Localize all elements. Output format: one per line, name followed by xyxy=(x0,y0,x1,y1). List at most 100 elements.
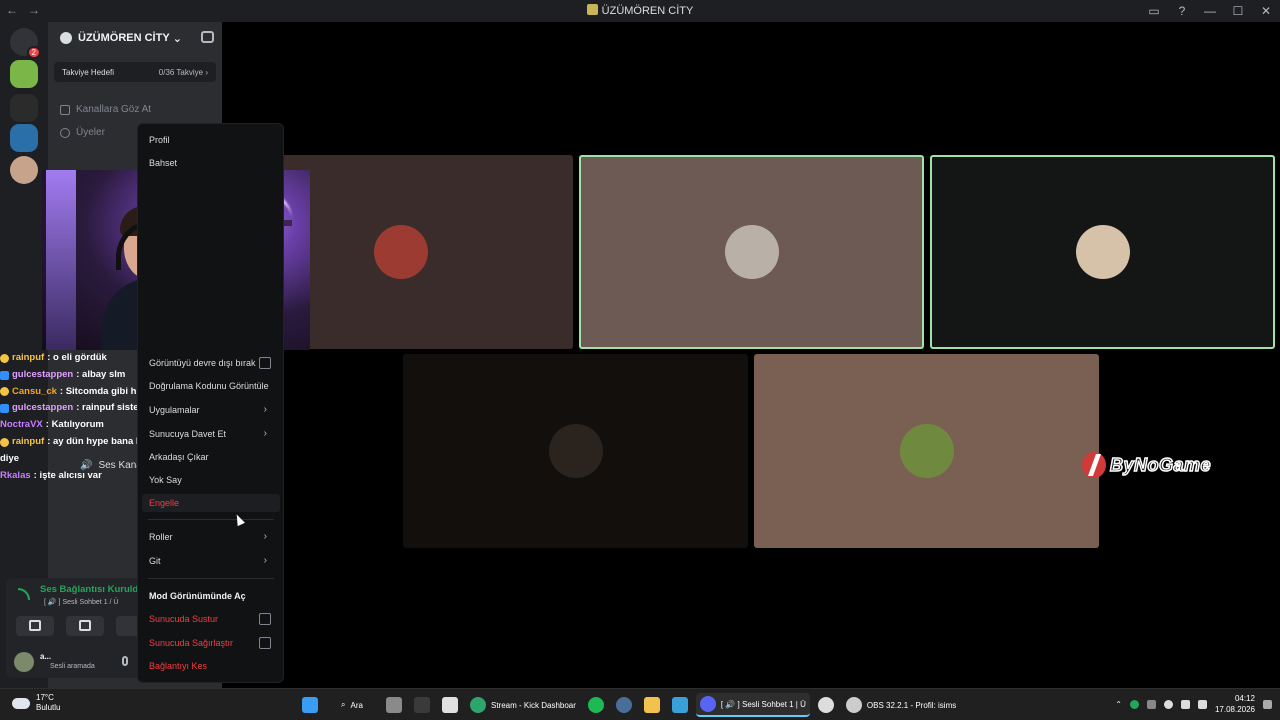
window-controls: ▭ ? — ☐ ✕ xyxy=(1140,0,1280,22)
voice-status[interactable]: Ses Bağlantısı Kuruld xyxy=(40,584,138,595)
menu-item-remove-friend[interactable]: Arkadaşı Çıkar xyxy=(149,452,209,462)
screen-share-icon xyxy=(79,620,91,631)
server-avatar-icon[interactable] xyxy=(10,156,38,184)
weather-widget[interactable]: 17°C Bulutlu xyxy=(12,693,60,713)
server-dark-icon[interactable] xyxy=(10,94,38,122)
minimize-button[interactable]: — xyxy=(1196,4,1224,18)
maximize-button[interactable]: ☐ xyxy=(1224,4,1252,18)
close-button[interactable]: ✕ xyxy=(1252,4,1280,18)
obs-icon xyxy=(845,697,862,713)
server-tokat-icon[interactable] xyxy=(10,124,38,152)
menu-item-invite-to-server[interactable]: Sunucuya Davet Et xyxy=(149,429,226,439)
windows-taskbar: 17°C Bulutlu ⌕ Ara Stream - Kick Dashboar … xyxy=(0,688,1280,720)
wifi-icon[interactable] xyxy=(1163,699,1173,709)
keyboard-icon[interactable] xyxy=(1146,699,1156,709)
invite-people-icon[interactable] xyxy=(201,31,214,43)
participant-tile[interactable] xyxy=(579,155,924,349)
start-button[interactable] xyxy=(298,693,322,717)
voice-channel-name: [ 🔊 ] Sesli Sohbet 1 / Ü xyxy=(44,599,119,606)
title-bar: ← → ÜZÜMÖREN CİTY ▭ ? — ☐ ✕ xyxy=(0,0,1280,22)
edge-kick-dashboard[interactable]: Stream - Kick Dashboar xyxy=(466,693,580,717)
help-icon[interactable]: ? xyxy=(1168,4,1196,18)
menu-item-block[interactable]: Engelle xyxy=(149,498,179,508)
chat-badge-icon xyxy=(0,353,9,363)
mic-tray-icon[interactable] xyxy=(1129,699,1139,709)
server-header[interactable]: ÜZÜMÖREN CİTY ⌄ xyxy=(48,22,222,54)
participant-tile[interactable] xyxy=(754,354,1099,548)
menu-item-disconnect[interactable]: Bağlantıyı Kes xyxy=(149,661,207,671)
store-button[interactable] xyxy=(438,693,462,717)
screen-share-button[interactable] xyxy=(66,616,104,636)
chevron-down-icon: ⌄ xyxy=(172,32,182,45)
chevron-right-icon: › xyxy=(263,555,267,566)
server-logo-icon xyxy=(586,4,598,15)
members-icon xyxy=(60,127,70,138)
discord-home-icon[interactable]: 2 xyxy=(10,28,41,59)
avatar[interactable] xyxy=(14,652,34,672)
participant-avatar xyxy=(899,424,954,478)
server-deafen-checkbox[interactable] xyxy=(259,637,271,649)
boost-label: Takviye Hedefi xyxy=(62,67,115,77)
server-mute-checkbox[interactable] xyxy=(259,613,271,625)
remote-icon xyxy=(671,697,688,713)
search-icon: ⌕ xyxy=(341,700,346,709)
camera-off-button[interactable] xyxy=(16,616,54,636)
menu-divider xyxy=(148,519,274,520)
disable-video-checkbox[interactable] xyxy=(259,357,271,369)
obs-taskbar-button[interactable]: OBS 32.2.1 - Profil: isims xyxy=(842,693,960,717)
user-name: a... xyxy=(40,652,52,661)
microphone-icon[interactable] xyxy=(122,656,128,666)
chevron-up-icon[interactable]: ⌃ xyxy=(1115,700,1122,709)
clock[interactable]: 04:12 17.08.2026 xyxy=(1215,693,1255,715)
menu-item-profile[interactable]: Profil xyxy=(149,135,170,145)
menu-item-server-deafen[interactable]: Sunucuda Sağırlaştır xyxy=(149,638,233,648)
server-green-icon[interactable] xyxy=(10,60,38,88)
menu-item-move-to[interactable]: Git xyxy=(149,556,161,566)
notification-badge: 2 xyxy=(26,46,41,59)
remote-button[interactable] xyxy=(668,693,692,717)
task-view-button[interactable] xyxy=(382,693,406,717)
menu-item-open-mod-view[interactable]: Mod Görünümünde Aç xyxy=(149,591,246,601)
weather-desc: Bulutlu xyxy=(36,703,61,712)
notifications-icon[interactable] xyxy=(1263,699,1272,709)
user-panel: a... Sesli aramada xyxy=(12,652,142,674)
sidebar-item-browse-channels[interactable]: Kanallara Göz At xyxy=(60,104,151,115)
chevron-right-icon: › xyxy=(263,428,267,439)
participant-tile[interactable] xyxy=(930,155,1275,349)
app-button[interactable] xyxy=(814,693,838,717)
menu-item-apps[interactable]: Uygulamalar xyxy=(149,405,200,415)
inbox-icon[interactable]: ▭ xyxy=(1140,4,1168,18)
camera-off-icon xyxy=(29,620,41,631)
file-explorer-button[interactable] xyxy=(640,693,664,717)
menu-item-roles[interactable]: Roller xyxy=(149,532,173,542)
menu-item-ignore[interactable]: Yok Say xyxy=(149,475,182,485)
taskbar-search[interactable]: ⌕ Ara xyxy=(326,693,378,717)
chevron-right-icon: › xyxy=(263,404,267,415)
sidebar-item-members[interactable]: Üyeler xyxy=(60,127,105,138)
server-settings-icon xyxy=(60,32,72,44)
epic-games-icon xyxy=(414,697,430,713)
discord-taskbar-button[interactable]: [ 🔊 ] Sesli Sohbet 1 | Ü xyxy=(695,693,810,717)
menu-divider xyxy=(148,578,274,579)
menu-item-disable-video[interactable]: Görüntüyü devre dışı bırak xyxy=(149,358,256,368)
store-icon xyxy=(442,697,458,713)
menu-item-server-mute[interactable]: Sunucuda Sustur xyxy=(149,614,218,624)
chat-badge-icon xyxy=(0,404,9,414)
spotify-icon xyxy=(587,697,604,713)
boost-goal[interactable]: Takviye Hedefi 0/36 Takviye › xyxy=(54,62,216,82)
taskbar-apps: ⌕ Ara Stream - Kick Dashboar [ 🔊 ] Sesli … xyxy=(298,693,960,717)
chat-badge-icon xyxy=(0,370,9,380)
battery-icon[interactable] xyxy=(1197,699,1207,709)
stream-watermark: ByNoGame xyxy=(1082,452,1211,478)
epic-games-button[interactable] xyxy=(410,693,434,717)
menu-item-view-verification-code[interactable]: Doğrulama Kodunu Görüntüle xyxy=(149,381,269,391)
participant-avatar xyxy=(373,225,428,279)
steam-button[interactable] xyxy=(612,693,636,717)
participant-tile[interactable] xyxy=(403,354,748,548)
chat-badge-icon xyxy=(0,437,9,447)
voice-stage xyxy=(222,22,1280,688)
volume-icon[interactable] xyxy=(1180,699,1190,709)
spotify-button[interactable] xyxy=(584,693,608,717)
chat-badge-icon xyxy=(0,387,9,397)
menu-item-mention[interactable]: Bahset xyxy=(149,158,177,168)
